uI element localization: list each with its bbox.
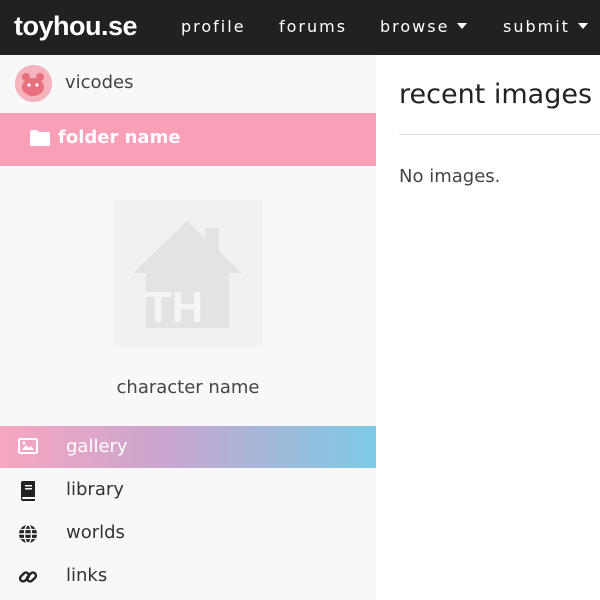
- sidebar-item-worlds[interactable]: worlds: [0, 512, 376, 554]
- character-thumbnail[interactable]: TH: [113, 200, 262, 347]
- link-icon: [18, 567, 38, 591]
- image-icon: [18, 438, 38, 458]
- sidebar-item-label: library: [66, 479, 124, 500]
- divider: [399, 134, 600, 135]
- nav-profile-label: profile: [181, 17, 246, 36]
- book-icon: [18, 481, 38, 505]
- nav-browse[interactable]: browse: [380, 17, 468, 36]
- nav-browse-label: browse: [380, 17, 450, 36]
- username[interactable]: vicodes: [65, 72, 133, 93]
- nav-submit[interactable]: submit: [503, 17, 588, 36]
- top-nav: toyhou.se profile forums browse submit: [0, 0, 600, 55]
- folder-header[interactable]: folder name: [0, 113, 376, 166]
- folder-name: folder name: [58, 127, 181, 148]
- house-placeholder-icon: TH: [133, 221, 242, 332]
- user-row[interactable]: vicodes: [0, 55, 376, 113]
- nav-forums[interactable]: forums: [279, 17, 347, 36]
- sidebar-item-gallery[interactable]: gallery: [0, 426, 376, 468]
- folder-icon: [30, 130, 50, 150]
- nav-profile[interactable]: profile: [181, 17, 246, 36]
- globe-icon: [18, 524, 38, 548]
- thumbnail-letters: TH: [145, 283, 204, 332]
- nav-forums-label: forums: [279, 17, 348, 36]
- empty-state-text: No images.: [399, 166, 501, 187]
- sidebar-item-library[interactable]: library: [0, 469, 376, 511]
- site-logo[interactable]: toyhou.se: [14, 11, 138, 42]
- sidebar-item-links[interactable]: links: [0, 555, 376, 597]
- main-content: recent images No images.: [376, 55, 600, 600]
- avatar[interactable]: [15, 65, 52, 102]
- nav-submit-label: submit: [503, 17, 570, 36]
- sidebar: vicodes folder name TH character name ga…: [0, 55, 376, 600]
- character-name[interactable]: character name: [0, 377, 376, 398]
- chevron-down-icon: [457, 22, 468, 29]
- sidebar-item-label: gallery: [66, 436, 128, 457]
- sidebar-item-label: worlds: [66, 522, 125, 543]
- sidebar-item-label: links: [66, 565, 108, 586]
- avatar-image: [15, 65, 52, 102]
- page-title: recent images: [399, 79, 593, 110]
- chevron-down-icon: [577, 22, 588, 29]
